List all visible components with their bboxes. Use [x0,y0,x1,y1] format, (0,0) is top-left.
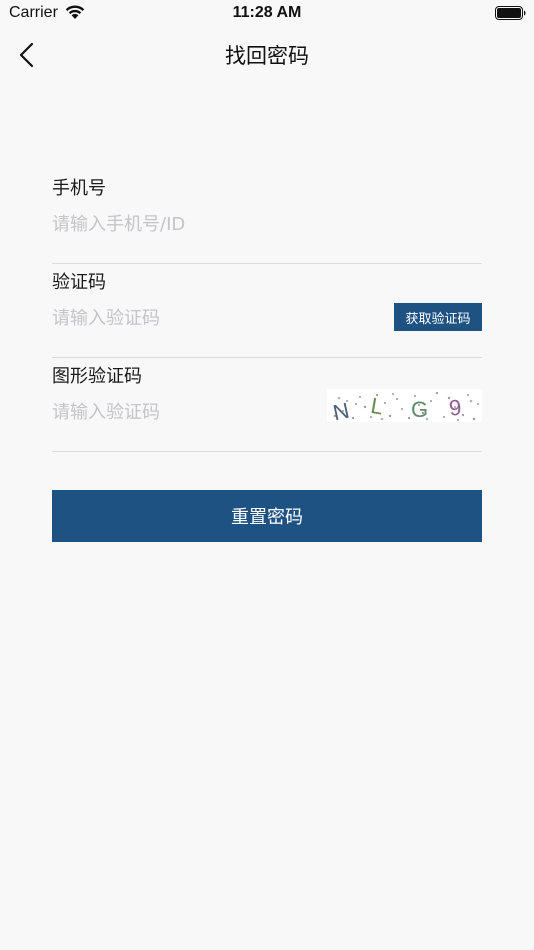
captcha-input[interactable] [52,398,312,426]
phone-label: 手机号 [52,178,106,199]
nav-bar: 找回密码 [0,28,534,82]
clock: 11:28 AM [232,4,302,21]
reset-password-button[interactable]: 重置密码 [52,490,482,542]
get-code-button[interactable]: 获取验证码 [394,303,482,331]
captcha-char-g: G [411,397,428,422]
page-title: 找回密码 [225,44,309,68]
sms-code-label: 验证码 [52,272,106,293]
captcha-field-group: 图形验证码 请输入验证码 N L G 9 [52,358,482,452]
phone-input[interactable] [52,210,382,238]
captcha-char-9: 9 [448,395,463,421]
reset-password-form: 手机号 验证码 获取验证码 图形验证码 [52,170,482,452]
screen: Carrier 11:28 AM 找回密码 手机号 验证码 [0,0,534,950]
sms-code-field-group: 验证码 获取验证码 [52,264,482,358]
captcha-label: 图形验证码 [52,366,142,387]
status-bar: Carrier 11:28 AM [0,0,534,28]
captcha-image[interactable]: N L G 9 [327,389,482,422]
phone-field-group: 手机号 [52,170,482,264]
sms-code-input[interactable] [52,304,372,332]
battery-icon [495,6,526,20]
